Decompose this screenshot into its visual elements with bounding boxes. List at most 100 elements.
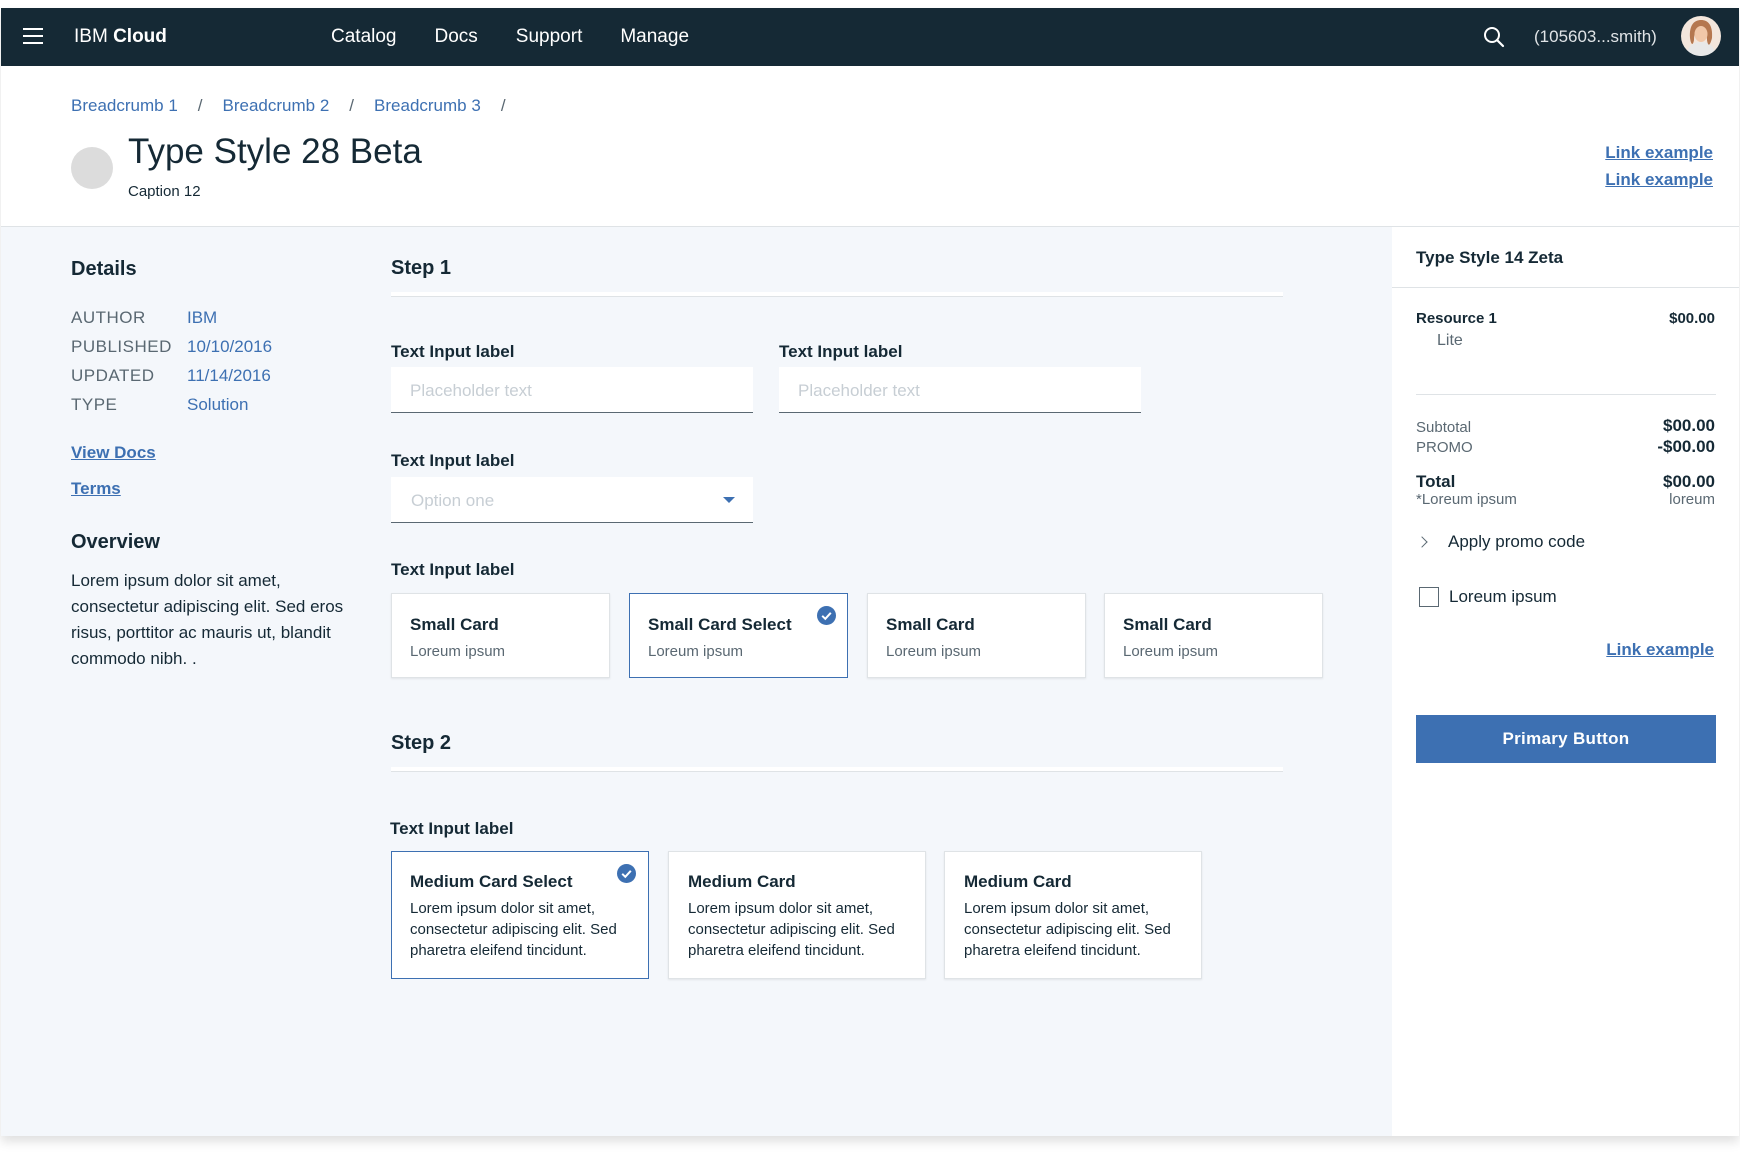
avatar[interactable] [1681,16,1721,56]
meta-row-published: PUBLISHED 10/10/2016 [71,332,361,361]
nav-support[interactable]: Support [516,26,583,48]
card-title: Small Card [1123,615,1212,634]
meta-key: UPDATED [71,366,155,385]
step-2-section: Step 2 [391,732,1283,772]
top-nav-bar: IBM Cloud Catalog Docs Support Manage (1… [1,8,1739,66]
card-body: Lorem ipsum dolor sit amet, consectetur … [964,900,1171,959]
panel-heading: Type Style 14 Zeta [1416,248,1564,267]
total-note: *Loreum ipsum [1416,491,1517,508]
input-1-label: Text Input label [391,342,515,361]
page-title: Type Style 28 Beta [128,132,422,171]
page-caption: Caption 12 [128,183,201,200]
meta-row-author: AUTHOR IBM [71,303,361,332]
panel-divider [1416,394,1716,395]
text-input-2[interactable]: Placeholder text [779,367,1141,413]
meta-value: 10/10/2016 [187,337,273,356]
card-title: Medium Card [688,872,796,891]
medium-card[interactable]: Medium Card Lorem ipsum dolor sit amet, … [944,851,1202,979]
brand[interactable]: IBM Cloud [74,26,167,48]
checkbox[interactable] [1419,587,1439,607]
view-docs-link[interactable]: View Docs [71,435,361,471]
chevron-down-icon [723,497,735,503]
meta-value: Solution [187,395,249,414]
avatar-image [1681,16,1721,56]
card-title: Medium Card [964,872,1072,891]
meta-key: TYPE [71,395,118,414]
details-heading: Details [71,258,137,280]
checkmark-icon [617,864,636,883]
terms-link[interactable]: Terms [71,471,361,507]
card-subtitle: Loreum ipsum [886,643,982,660]
total-label: Total [1416,472,1456,491]
panel-divider [1392,287,1739,288]
primary-button[interactable]: Primary Button [1416,715,1716,763]
step-1-divider [391,292,1283,297]
total-note-right: loreum [1669,491,1715,508]
search-icon[interactable] [1481,24,1507,50]
total-value: $00.00 [1663,472,1715,491]
breadcrumb-separator: / [197,96,203,115]
header-link-2[interactable]: Link example [1605,166,1713,193]
breadcrumb-2[interactable]: Breadcrumb 2 [223,96,330,116]
step-2-title: Step 2 [391,732,452,754]
breadcrumb-3[interactable]: Breadcrumb 3 [374,96,481,116]
header-link-1[interactable]: Link example [1605,139,1713,166]
meta-row-type: TYPE Solution [71,390,361,419]
loreum-checkbox-row[interactable]: Loreum ipsum [1419,587,1557,607]
menu-icon[interactable] [23,28,43,44]
overview-heading: Overview [71,531,160,553]
step-1-title: Step 1 [391,257,452,279]
user-account[interactable]: (105603...smith) [1534,27,1657,47]
card-subtitle: Loreum ipsum [648,643,744,660]
meta-key: PUBLISHED [71,337,172,356]
breadcrumb-separator: / [500,96,506,115]
app-frame: IBM Cloud Catalog Docs Support Manage (1… [1,8,1739,1136]
promo-value: -$00.00 [1657,437,1715,456]
overview-text: Lorem ipsum dolor sit amet, consectetur … [71,571,344,668]
checkmark-icon [817,606,836,625]
input-2-label: Text Input label [779,342,903,361]
card-title: Small Card Select [648,615,792,634]
nav-docs[interactable]: Docs [435,26,478,48]
details-sidebar: Details AUTHOR IBM PUBLISHED 10/10/2016 … [71,258,361,672]
card-title: Small Card [886,615,975,634]
medium-card-selected[interactable]: Medium Card Select Lorem ipsum dolor sit… [391,851,649,979]
chevron-right-icon [1416,536,1428,548]
resource-price: $00.00 [1669,310,1715,327]
nav-catalog[interactable]: Catalog [331,26,397,48]
medium-card[interactable]: Medium Card Lorem ipsum dolor sit amet, … [668,851,926,979]
text-input-1[interactable]: Placeholder text [391,367,753,413]
breadcrumb-1[interactable]: Breadcrumb 1 [71,96,178,116]
small-card[interactable]: Small Card Loreum ipsum [1104,593,1323,678]
details-meta: AUTHOR IBM PUBLISHED 10/10/2016 UPDATED … [71,303,361,419]
card-title: Medium Card Select [410,872,573,891]
header-icon-placeholder [71,147,113,189]
select-label: Text Input label [391,451,515,470]
brand-prefix: IBM [74,26,108,47]
meta-value: IBM [187,308,218,327]
panel-link[interactable]: Link example [1606,640,1714,660]
checkbox-label: Loreum ipsum [1449,587,1557,606]
small-card[interactable]: Small Card Loreum ipsum [391,593,610,678]
small-card[interactable]: Small Card Loreum ipsum [867,593,1086,678]
card-title: Small Card [410,615,499,634]
breadcrumb: Breadcrumb 1 / Breadcrumb 2 / Breadcrumb… [71,96,526,116]
header-links: Link example Link example [1605,139,1713,193]
card-subtitle: Loreum ipsum [410,643,506,660]
card-body: Lorem ipsum dolor sit amet, consectetur … [410,900,617,959]
breadcrumb-separator: / [349,96,355,115]
card-subtitle: Loreum ipsum [1123,643,1219,660]
meta-row-updated: UPDATED 11/14/2016 [71,361,361,390]
doc-links: View Docs Terms [71,435,361,507]
nav-manage[interactable]: Manage [620,26,689,48]
main-nav: Catalog Docs Support Manage [331,26,727,48]
promo-label: PROMO [1416,439,1473,456]
brand-name: Cloud [113,26,167,47]
step-2-divider [391,767,1283,772]
small-card-selected[interactable]: Small Card Select Loreum ipsum [629,593,848,678]
apply-promo-toggle[interactable]: Apply promo code [1416,532,1585,552]
medium-cards-label: Text Input label [390,819,514,838]
subtotal-value: $00.00 [1663,416,1715,435]
option-select[interactable]: Option one [391,477,753,523]
apply-promo-label: Apply promo code [1448,532,1586,551]
